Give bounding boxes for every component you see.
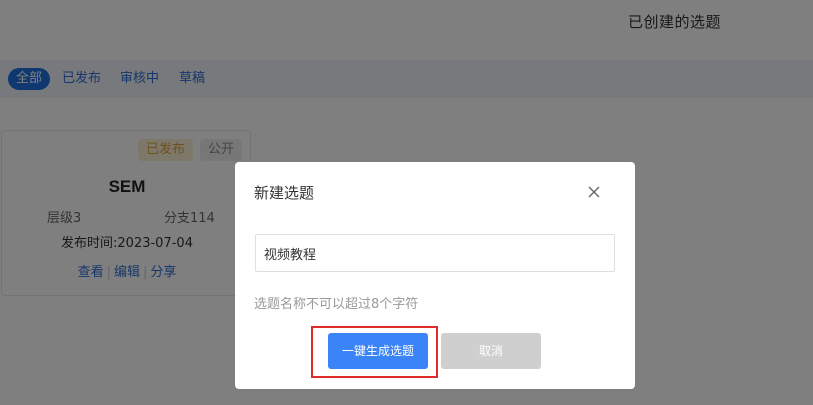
topic-name-input[interactable]: [255, 234, 615, 272]
cancel-button[interactable]: 取消: [441, 333, 541, 369]
dialog-title: 新建选题: [254, 184, 315, 202]
generate-topic-button[interactable]: 一键生成选题: [328, 333, 428, 369]
name-length-hint: 选题名称不可以超过8个字符: [254, 297, 419, 312]
new-topic-dialog: 新建选题 选题名称不可以超过8个字符 一键生成选题 取消: [235, 162, 635, 389]
close-icon[interactable]: [584, 182, 604, 202]
